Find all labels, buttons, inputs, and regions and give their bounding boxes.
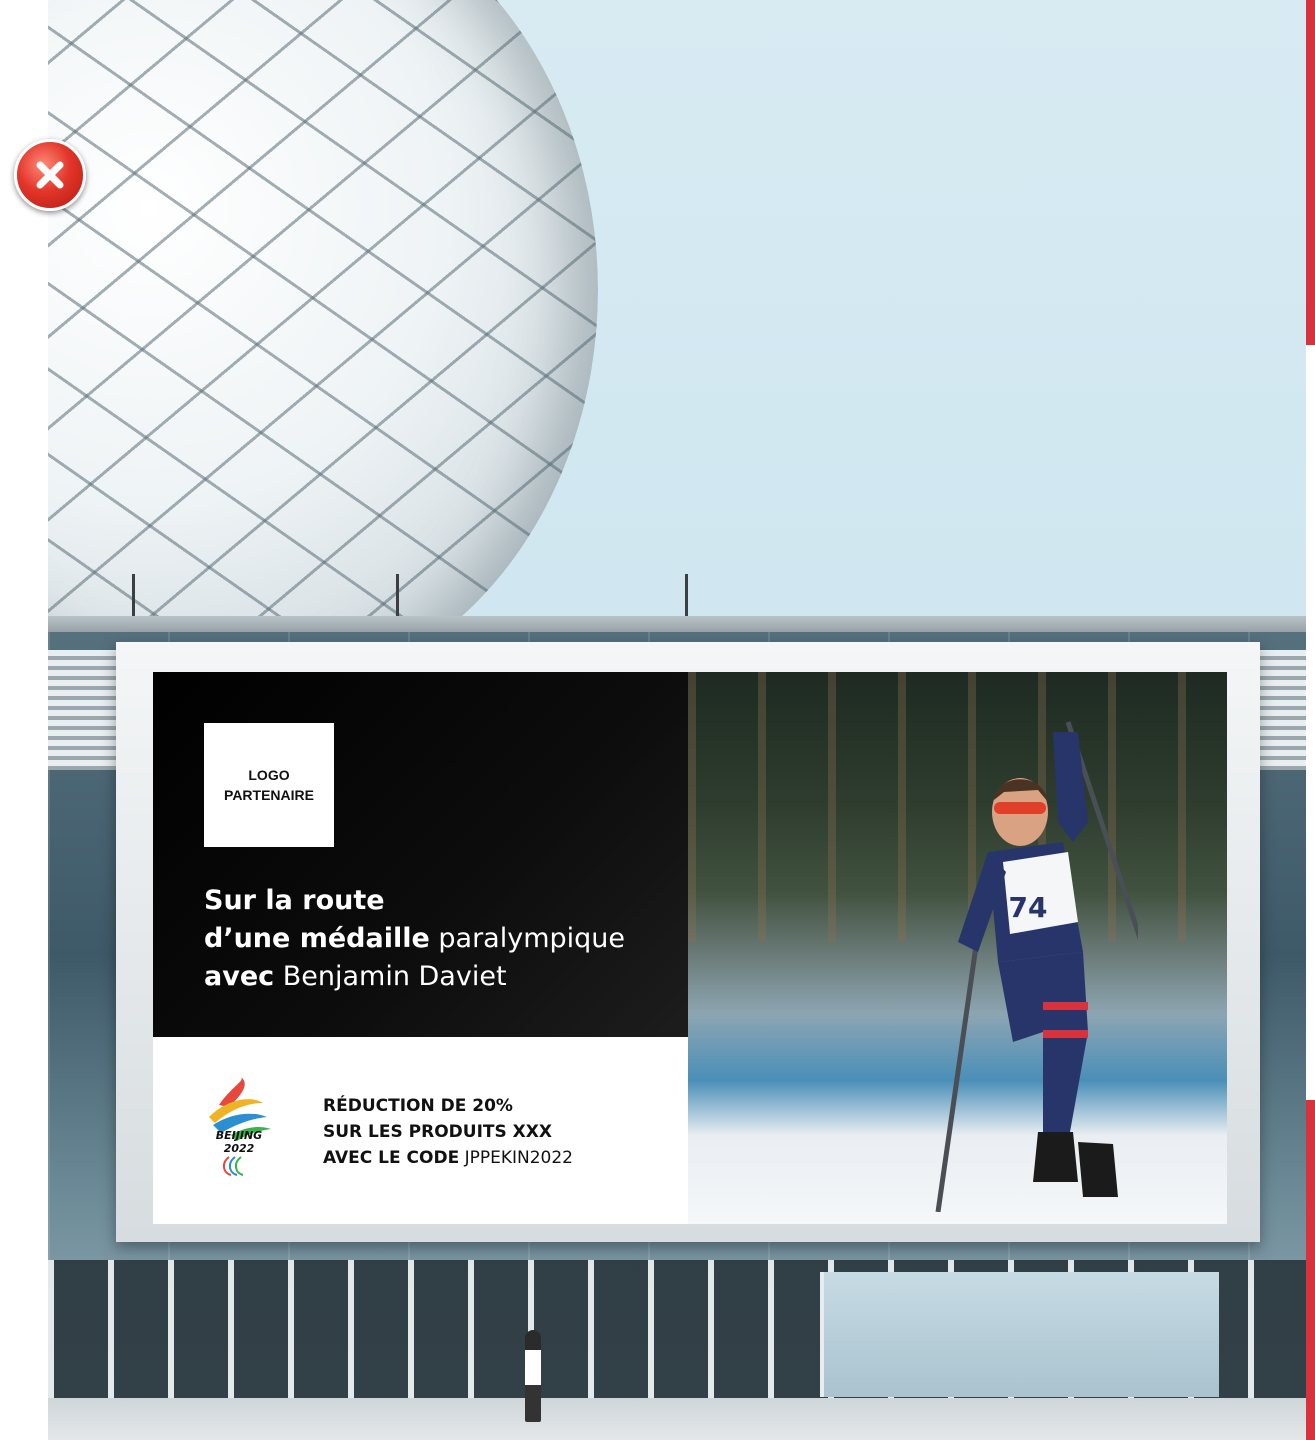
dome-structure <box>48 0 598 700</box>
bib-number: 74 <box>1009 891 1048 924</box>
beijing-2022-text: BEIJING 2022 <box>215 1129 263 1155</box>
promo-line-3-label: AVEC LE CODE <box>323 1148 460 1168</box>
entrance-windows <box>820 1272 1219 1397</box>
logo-line-1: LOGO <box>248 767 290 783</box>
skier-illustration: 74 <box>935 721 1138 1212</box>
headline-line-3-rest: Benjamin Daviet <box>274 961 507 992</box>
ground <box>48 1398 1306 1440</box>
promo-code: JPPEKIN2022 <box>459 1148 573 1168</box>
billboard-promo-panel: BEIJING 2022 RÉDUCTION DE 20% SUR LES PR… <box>153 1037 688 1224</box>
pedestrian <box>525 1330 541 1422</box>
headline: Sur la route d’une médaille paralympique… <box>204 882 684 996</box>
right-edge-accent <box>1306 0 1315 1440</box>
billboard-dark-panel: LOGO PARTENAIRE Sur la route d’une médai… <box>153 672 688 1037</box>
facade-panel-right <box>1256 650 1306 770</box>
promo-text: RÉDUCTION DE 20% SUR LES PRODUITS XXX AV… <box>323 1093 573 1171</box>
headline-line-3-bold: avec <box>204 961 275 992</box>
partner-logo-placeholder: LOGO PARTENAIRE <box>204 723 334 847</box>
close-button[interactable] <box>14 139 86 211</box>
promo-line-1: RÉDUCTION DE 20% <box>323 1096 513 1116</box>
billboard: LOGO PARTENAIRE Sur la route d’une médai… <box>153 672 1227 1224</box>
headline-line-1: Sur la route <box>204 885 385 916</box>
promo-line-2: SUR LES PRODUITS XXX <box>323 1122 552 1142</box>
beijing-2022-logo: BEIJING 2022 <box>201 1077 277 1187</box>
athlete-photo: 74 <box>688 672 1227 1224</box>
logo-line-2: PARTENAIRE <box>224 787 314 803</box>
headline-line-2-bold: d’une médaille <box>204 923 430 954</box>
close-icon <box>36 161 64 189</box>
facade-panel-left <box>48 650 118 770</box>
headline-line-2-rest: paralympique <box>429 923 626 954</box>
